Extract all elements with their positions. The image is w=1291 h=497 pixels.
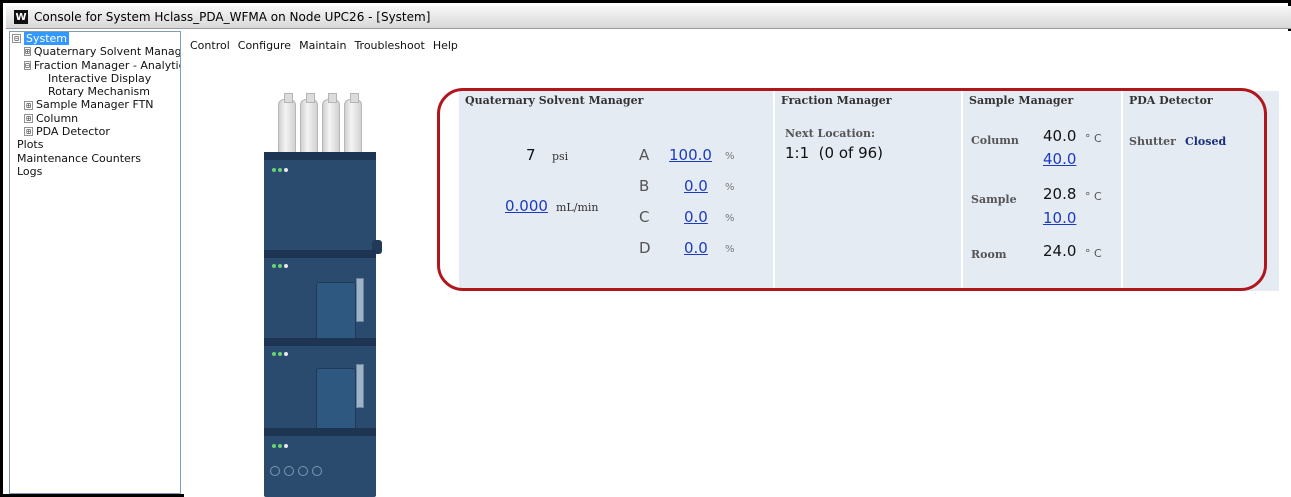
status-led xyxy=(278,264,282,268)
status-led xyxy=(284,444,288,448)
menu-control[interactable]: Control xyxy=(190,39,230,52)
module-door xyxy=(316,282,356,346)
syringe-assembly xyxy=(356,364,364,408)
status-led xyxy=(284,264,288,268)
collapse-icon[interactable]: ⊟ xyxy=(24,60,31,70)
collapse-icon[interactable]: ⊟ xyxy=(12,34,21,44)
menu-help[interactable]: Help xyxy=(433,39,458,52)
status-led xyxy=(272,168,276,172)
tree-item-label: Interactive Display xyxy=(48,71,152,85)
menu-maintain[interactable]: Maintain xyxy=(299,39,346,52)
menu-troubleshoot[interactable]: Troubleshoot xyxy=(354,39,424,52)
title-bar[interactable]: W Console for System Hclass_PDA_WFMA on … xyxy=(6,6,1291,29)
tree-item-plots[interactable]: Plots xyxy=(10,138,180,151)
syringe-assembly xyxy=(356,278,364,322)
module-divider xyxy=(264,428,376,436)
tree-item-label: Sample Manager FTN xyxy=(36,98,154,112)
expand-icon[interactable]: ⊞ xyxy=(24,127,33,137)
tree-item-maintenance-counters[interactable]: Maintenance Counters xyxy=(10,152,180,165)
system-tree[interactable]: ⊟ System ⊞ Quaternary Solvent Manag ⊟ Fr… xyxy=(9,31,181,494)
module-divider xyxy=(264,152,376,160)
module-divider xyxy=(264,338,376,346)
expand-icon[interactable]: ⊞ xyxy=(24,47,31,57)
instrument-tower xyxy=(264,152,382,497)
main-content: Control Configure Maintain Troubleshoot … xyxy=(184,31,1291,497)
tree-item-rotary-mechanism[interactable]: Rotary Mechanism xyxy=(10,85,180,98)
status-led xyxy=(272,264,276,268)
tree-item-pda-detector[interactable]: ⊞ PDA Detector xyxy=(10,125,180,138)
status-led xyxy=(278,444,282,448)
status-led xyxy=(278,168,282,172)
module-divider xyxy=(264,250,376,258)
tree-item-label: Quaternary Solvent Manag xyxy=(33,45,181,59)
solvent-bottle xyxy=(322,93,340,153)
status-led xyxy=(278,352,282,356)
vial-tray xyxy=(270,466,322,476)
status-led xyxy=(284,352,288,356)
tree-item-label: Logs xyxy=(17,164,43,178)
menu-configure[interactable]: Configure xyxy=(238,39,291,52)
status-led xyxy=(284,168,288,172)
tree-item-label: Plots xyxy=(17,138,44,152)
tree-item-label: Fraction Manager - Analytic xyxy=(33,58,181,72)
expand-icon[interactable]: ⊞ xyxy=(24,113,33,123)
window-title: Console for System Hclass_PDA_WFMA on No… xyxy=(34,10,431,24)
tree-item-system[interactable]: ⊟ System xyxy=(10,32,180,46)
tree-item-label: Rotary Mechanism xyxy=(48,85,150,99)
tree-item-quaternary-solvent-manager[interactable]: ⊞ Quaternary Solvent Manag xyxy=(10,45,180,58)
app-logo-icon: W xyxy=(14,10,28,24)
tree-item-column[interactable]: ⊞ Column xyxy=(10,112,180,125)
menu-bar: Control Configure Maintain Troubleshoot … xyxy=(190,39,458,52)
tree-item-label: Column xyxy=(36,111,79,125)
tree-item-label: System xyxy=(24,32,70,46)
tree-item-sample-manager[interactable]: ⊞ Sample Manager FTN xyxy=(10,98,180,111)
tree-item-label: PDA Detector xyxy=(36,125,110,139)
expand-icon[interactable]: ⊞ xyxy=(24,100,33,110)
tree-item-fraction-manager[interactable]: ⊟ Fraction Manager - Analytic xyxy=(10,59,180,72)
solvent-bottle xyxy=(344,93,362,153)
instrument-stack-image xyxy=(264,93,382,497)
status-led xyxy=(272,444,276,448)
status-led xyxy=(272,352,276,356)
module-door xyxy=(316,368,356,432)
solvent-bottle xyxy=(300,93,318,153)
console-window: W Console for System Hclass_PDA_WFMA on … xyxy=(0,0,1291,497)
solvent-bottle xyxy=(278,93,296,153)
tree-item-logs[interactable]: Logs xyxy=(10,165,180,178)
status-highlight-outline xyxy=(437,88,1267,291)
tree-item-label: Maintenance Counters xyxy=(17,151,142,165)
tree-item-interactive-display[interactable]: Interactive Display xyxy=(10,72,180,85)
